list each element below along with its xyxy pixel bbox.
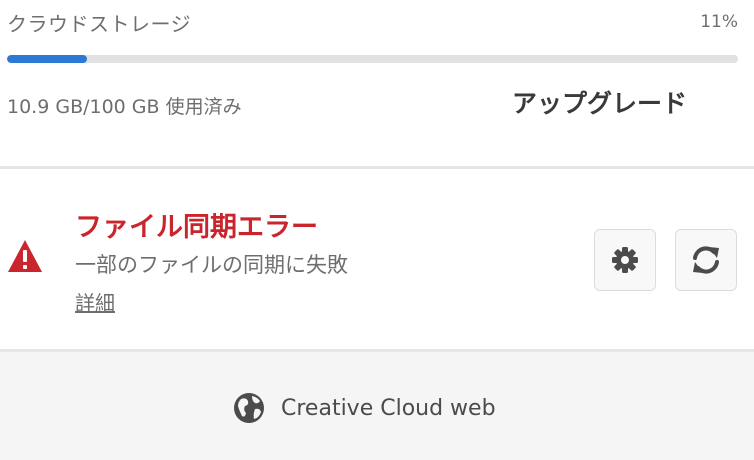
sync-error-title: ファイル同期エラー (75, 212, 318, 243)
settings-button[interactable] (594, 229, 656, 291)
upgrade-button[interactable]: アップグレード (512, 84, 687, 120)
sync-error-details-link[interactable]: 詳細 (75, 287, 115, 316)
storage-percent: 11% (700, 12, 738, 32)
warning-icon (8, 240, 42, 272)
creative-cloud-web-label: Creative Cloud web (281, 395, 496, 421)
sync-error-section: ファイル同期エラー 一部のファイルの同期に失敗 詳細 (0, 169, 754, 349)
storage-progress-fill (7, 55, 88, 63)
storage-usage-text: 10.9 GB/100 GB 使用済み (7, 96, 242, 118)
refresh-button[interactable] (675, 229, 737, 291)
sync-error-description: 一部のファイルの同期に失敗 (75, 253, 348, 277)
storage-progress-bar (7, 55, 738, 63)
gear-icon (612, 247, 638, 273)
cloud-storage-section: クラウドストレージ 11% 10.9 GB/100 GB 使用済み アップグレー… (0, 0, 754, 166)
globe-icon (234, 393, 264, 423)
creative-cloud-web-link[interactable]: Creative Cloud web (233, 392, 496, 424)
footer: Creative Cloud web (0, 352, 754, 460)
refresh-icon (693, 246, 719, 274)
storage-title: クラウドストレージ (7, 12, 192, 36)
